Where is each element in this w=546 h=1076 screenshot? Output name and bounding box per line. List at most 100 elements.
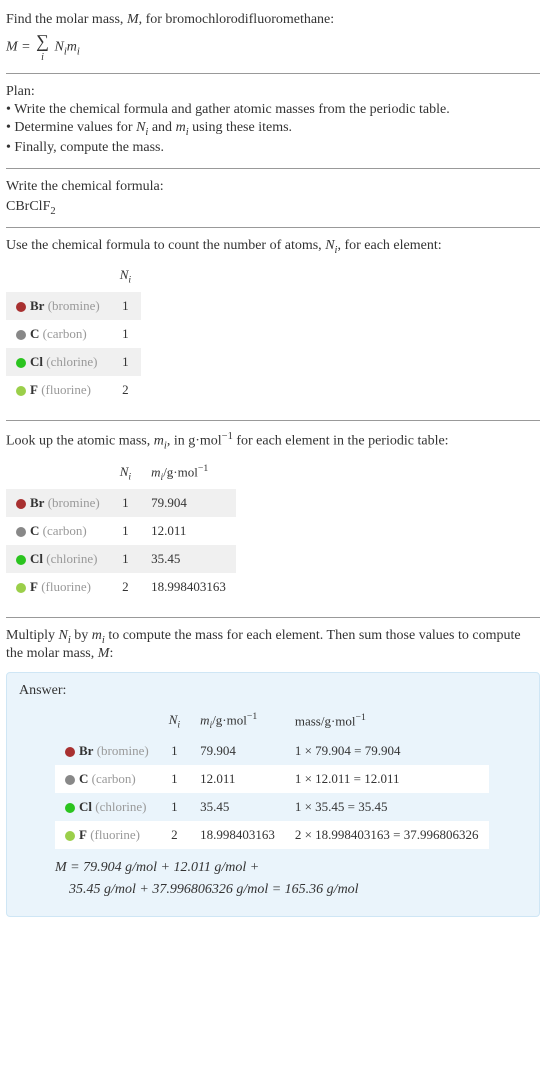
n-value: 2: [110, 376, 141, 404]
intro-text-post: , for bromochlorodifluoromethane:: [139, 12, 335, 27]
n-value: 1: [159, 737, 190, 765]
element-cell: Br (bromine): [6, 489, 110, 517]
intro-text-pre: Find the molar mass,: [6, 12, 127, 27]
element-name: (bromine): [48, 298, 100, 313]
element-name: (bromine): [48, 495, 100, 510]
n-value: 1: [159, 793, 190, 821]
element-symbol: F: [30, 382, 38, 397]
mass-calc: 1 × 79.904 = 79.904: [285, 737, 489, 765]
lookup-block: Look up the atomic mass, mi, in g·mol−1 …: [6, 425, 540, 613]
n-value: 1: [110, 292, 141, 320]
count-title: Use the chemical formula to count the nu…: [6, 238, 540, 256]
element-name: (chlorine): [46, 551, 97, 566]
element-symbol: Br: [79, 743, 93, 758]
m-value: 18.998403163: [141, 573, 236, 601]
divider: [6, 617, 540, 618]
answer-col-mass: mass/g·mol−1: [285, 705, 489, 737]
table-row: Cl (chlorine)135.45: [6, 545, 236, 573]
plan-bullet-2: • Determine values for Ni and mi using t…: [6, 120, 540, 138]
sigma-icon: ∑i: [36, 32, 49, 63]
table-row: F (fluorine)218.998403163: [6, 573, 236, 601]
f-swatch-icon: [65, 831, 75, 841]
element-symbol: C: [79, 771, 88, 786]
element-name: (fluorine): [41, 382, 91, 397]
mass-calc: 2 × 18.998403163 = 37.996806326: [285, 821, 489, 849]
intro-var-m: M: [127, 12, 139, 27]
element-cell: Br (bromine): [55, 737, 159, 765]
m-value: 35.45: [141, 545, 236, 573]
table-row: Br (bromine)179.904: [6, 489, 236, 517]
cl-swatch-icon: [16, 358, 26, 368]
divider: [6, 168, 540, 169]
element-cell: F (fluorine): [55, 821, 159, 849]
element-name: (carbon): [43, 326, 87, 341]
table-row: Br (bromine)179.9041 × 79.904 = 79.904: [55, 737, 489, 765]
eq-equals: =: [21, 40, 34, 55]
n-value: 2: [159, 821, 190, 849]
table-row: Br (bromine)1: [6, 292, 141, 320]
answer-col-m: mi/g·mol−1: [190, 705, 285, 737]
element-symbol: Br: [30, 298, 44, 313]
table-row: Cl (chlorine)1: [6, 348, 141, 376]
answer-table: Ni mi/g·mol−1 mass/g·mol−1 Br (bromine)1…: [55, 705, 489, 849]
divider: [6, 227, 540, 228]
lookup-col-m: mi/g·mol−1: [141, 457, 236, 489]
table-row: C (carbon)112.011: [6, 517, 236, 545]
n-value: 2: [110, 573, 141, 601]
eq-m-sub: i: [77, 47, 80, 58]
answer-title: Answer:: [19, 683, 527, 699]
br-swatch-icon: [16, 499, 26, 509]
n-value: 1: [110, 348, 141, 376]
count-atoms-block: Use the chemical formula to count the nu…: [6, 232, 540, 416]
divider: [6, 420, 540, 421]
answer-box: Answer: Ni mi/g·mol−1 mass/g·mol−1 Br (b…: [6, 672, 540, 917]
plan-title: Plan:: [6, 84, 540, 100]
count-col-n: Ni: [110, 261, 141, 292]
element-symbol: F: [30, 579, 38, 594]
element-name: (carbon): [43, 523, 87, 538]
plan-block: Plan: • Write the chemical formula and g…: [6, 78, 540, 164]
table-row: C (carbon)1: [6, 320, 141, 348]
c-swatch-icon: [65, 775, 75, 785]
m-value: 79.904: [190, 737, 285, 765]
element-cell: Br (bromine): [6, 292, 110, 320]
write-formula-title: Write the chemical formula:: [6, 179, 540, 195]
n-value: 1: [110, 517, 141, 545]
br-swatch-icon: [16, 302, 26, 312]
m-value: 12.011: [141, 517, 236, 545]
write-formula-block: Write the chemical formula: CBrClF2: [6, 173, 540, 223]
answer-col-empty: [55, 705, 159, 737]
element-cell: Cl (chlorine): [55, 793, 159, 821]
f-swatch-icon: [16, 583, 26, 593]
count-col-empty: [6, 261, 110, 292]
mass-calc: 1 × 35.45 = 35.45: [285, 793, 489, 821]
divider: [6, 73, 540, 74]
c-swatch-icon: [16, 527, 26, 537]
answer-col-n: Ni: [159, 705, 190, 737]
element-name: (fluorine): [90, 827, 140, 842]
br-swatch-icon: [65, 747, 75, 757]
chemical-formula: CBrClF2: [6, 199, 540, 217]
lookup-col-n: Ni: [110, 457, 141, 489]
c-swatch-icon: [16, 330, 26, 340]
eq-n: N: [54, 40, 63, 55]
plan-bullet-1: • Write the chemical formula and gather …: [6, 102, 540, 118]
element-symbol: F: [79, 827, 87, 842]
element-name: (bromine): [97, 743, 149, 758]
lookup-col-empty: [6, 457, 110, 489]
m-value: 79.904: [141, 489, 236, 517]
element-cell: C (carbon): [6, 517, 110, 545]
intro-equation: M = ∑i Nimi: [6, 32, 540, 63]
final-equation: M = 79.904 g/mol + 12.011 g/mol + 35.45 …: [55, 857, 527, 902]
plan-bullet-3: • Finally, compute the mass.: [6, 140, 540, 156]
element-cell: F (fluorine): [6, 573, 110, 601]
n-value: 1: [110, 545, 141, 573]
element-cell: Cl (chlorine): [6, 545, 110, 573]
element-name: (chlorine): [95, 799, 146, 814]
element-symbol: C: [30, 326, 39, 341]
lookup-table: Ni mi/g·mol−1 Br (bromine)179.904C (carb…: [6, 457, 236, 601]
element-symbol: Cl: [30, 551, 43, 566]
cl-swatch-icon: [16, 555, 26, 565]
mass-calc: 1 × 12.011 = 12.011: [285, 765, 489, 793]
element-cell: C (carbon): [55, 765, 159, 793]
